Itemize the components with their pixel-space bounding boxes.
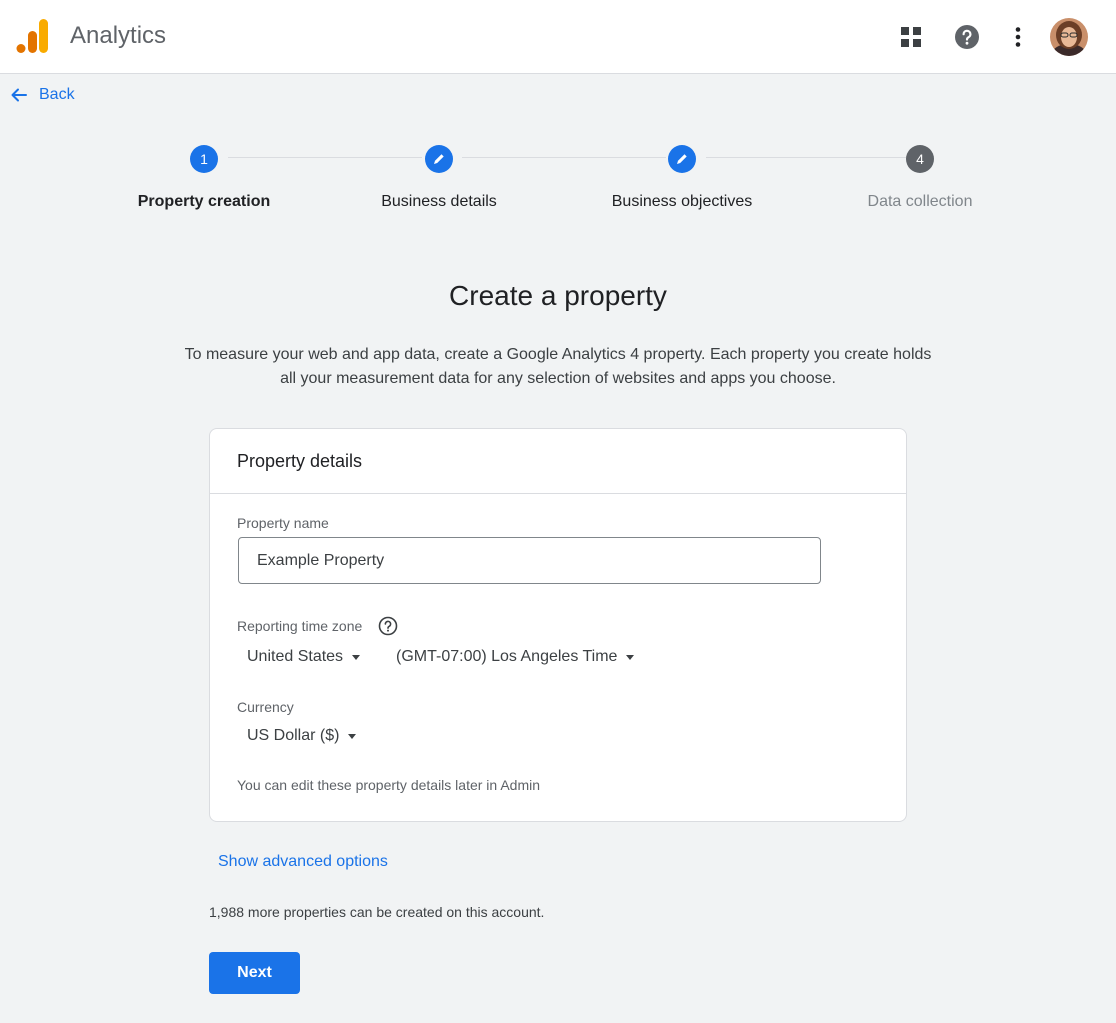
step-1-indicator[interactable]: 1 [190, 145, 218, 173]
app-title: Analytics [70, 22, 167, 49]
timezone-label: Reporting time zone [237, 618, 363, 634]
step-4-indicator: 4 [906, 145, 934, 173]
card-header: Property details [210, 429, 906, 494]
help-icon[interactable] [955, 25, 979, 49]
pencil-icon [434, 154, 444, 164]
edit-later-note: You can edit these property details late… [237, 777, 541, 793]
next-button[interactable]: Next [209, 952, 300, 994]
step-label-business-objectives[interactable]: Business objectives [612, 193, 753, 211]
country-value: United States [247, 648, 344, 665]
step-label-data-collection: Data collection [867, 193, 973, 210]
step-label-property-creation[interactable]: Property creation [138, 193, 270, 211]
timezone-value: (GMT-07:00) Los Angeles Time [396, 648, 618, 665]
country-dropdown[interactable]: United States [247, 648, 361, 666]
step-label-business-details[interactable]: Business details [381, 193, 497, 211]
property-name-label: Property name [237, 515, 329, 531]
timezone-dropdown[interactable]: (GMT-07:00) Los Angeles Time [396, 648, 635, 666]
dropdown-arrow-icon [348, 733, 357, 739]
step-number: 1 [200, 151, 208, 167]
dropdown-arrow-icon [626, 654, 635, 660]
arrow-back-icon [11, 88, 27, 102]
property-quota-text: 1,988 more properties can be created on … [209, 904, 545, 920]
back-label: Back [39, 86, 75, 103]
currency-value: US Dollar ($) [247, 727, 340, 744]
step-2-edit-indicator[interactable] [425, 145, 453, 173]
top-app-bar: Analytics [0, 0, 1116, 74]
currency-label: Currency [237, 699, 294, 715]
property-name-input[interactable] [238, 537, 821, 584]
property-details-card: Property details Property name Reporting… [209, 428, 907, 822]
avatar[interactable] [1050, 18, 1088, 56]
stepper-connector [228, 157, 422, 158]
stepper-connector [462, 157, 666, 158]
more-vert-icon[interactable] [1006, 25, 1030, 49]
step-3-edit-indicator[interactable] [668, 145, 696, 173]
intro-line-1: To measure your web and app data, create… [184, 346, 932, 363]
help-outline-icon[interactable] [378, 616, 398, 636]
analytics-logo-icon[interactable] [16, 19, 50, 55]
intro-line-2: all your measurement data for any select… [280, 370, 836, 387]
show-advanced-options-link[interactable]: Show advanced options [218, 853, 388, 871]
back-link[interactable]: Back [10, 84, 75, 106]
dropdown-arrow-icon [352, 654, 361, 660]
stepper-connector [706, 157, 906, 158]
intro-text: To measure your web and app data, create… [120, 343, 996, 391]
pencil-icon [677, 154, 687, 164]
page-title: Create a property [449, 280, 667, 311]
step-number: 4 [916, 151, 924, 167]
currency-dropdown[interactable]: US Dollar ($) [247, 727, 357, 745]
apps-grid-icon[interactable] [899, 25, 923, 49]
